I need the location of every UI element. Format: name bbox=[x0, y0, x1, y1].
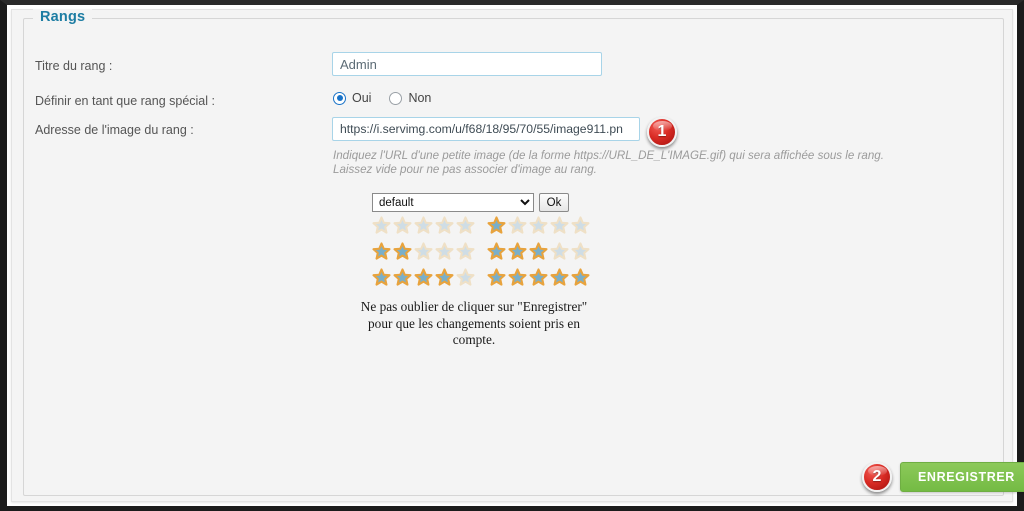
callout-2-number: 2 bbox=[872, 468, 882, 485]
star-filled-icon[interactable] bbox=[487, 216, 506, 235]
star-filled-icon[interactable] bbox=[414, 268, 433, 287]
star-filled-icon[interactable] bbox=[508, 268, 527, 287]
image-input-wrap bbox=[332, 117, 640, 141]
note-line-2: pour que les changements soient pris en bbox=[368, 315, 580, 331]
star-empty-icon[interactable] bbox=[571, 216, 590, 235]
radio-oui-label: Oui bbox=[352, 91, 372, 105]
rating-style-picker: default Ok bbox=[372, 193, 569, 212]
star-rating-preview bbox=[372, 216, 590, 287]
radio-non-indicator[interactable] bbox=[389, 91, 403, 105]
star-filled-icon[interactable] bbox=[508, 242, 527, 261]
star-filled-icon[interactable] bbox=[372, 268, 391, 287]
star-empty-icon[interactable] bbox=[414, 216, 433, 235]
star-filled-icon[interactable] bbox=[487, 268, 506, 287]
radio-non-label: Non bbox=[408, 91, 432, 105]
star-row[interactable] bbox=[372, 216, 475, 235]
star-empty-icon[interactable] bbox=[456, 242, 475, 261]
image-hint: Indiquez l'URL d'une petite image (de la… bbox=[333, 149, 884, 177]
star-empty-icon[interactable] bbox=[435, 242, 454, 261]
star-empty-icon[interactable] bbox=[414, 242, 433, 261]
ok-button[interactable]: Ok bbox=[539, 193, 569, 212]
radio-option-non[interactable]: Non bbox=[389, 91, 431, 105]
field-row-image: Adresse de l'image du rang : bbox=[35, 121, 194, 139]
star-empty-icon[interactable] bbox=[550, 242, 569, 261]
field-row-title: Titre du rang : bbox=[35, 57, 112, 75]
star-row[interactable] bbox=[487, 216, 590, 235]
star-filled-icon[interactable] bbox=[550, 268, 569, 287]
rating-style-select[interactable]: default bbox=[372, 193, 534, 212]
title-label: Titre du rang : bbox=[35, 59, 113, 73]
rank-image-url-input[interactable] bbox=[332, 117, 640, 141]
star-filled-icon[interactable] bbox=[529, 268, 548, 287]
star-empty-icon[interactable] bbox=[550, 216, 569, 235]
rangs-fieldset: Rangs Titre du rang : Définir en tant qu… bbox=[23, 9, 1024, 496]
radio-option-oui[interactable]: Oui bbox=[333, 91, 371, 105]
star-empty-icon[interactable] bbox=[435, 216, 454, 235]
star-empty-icon[interactable] bbox=[393, 216, 412, 235]
star-empty-icon[interactable] bbox=[372, 216, 391, 235]
star-filled-icon[interactable] bbox=[571, 268, 590, 287]
image-hint-line-1: Indiquez l'URL d'une petite image (de la… bbox=[333, 149, 884, 162]
star-empty-icon[interactable] bbox=[456, 216, 475, 235]
star-empty-icon[interactable] bbox=[529, 216, 548, 235]
title-input-wrap bbox=[332, 52, 602, 76]
note-line-3: compte. bbox=[452, 332, 496, 347]
star-empty-icon[interactable] bbox=[508, 216, 527, 235]
field-row-special: Définir en tant que rang spécial : bbox=[35, 92, 215, 110]
star-empty-icon[interactable] bbox=[571, 242, 590, 261]
callout-badge-2: 2 bbox=[862, 462, 892, 492]
star-row[interactable] bbox=[372, 268, 475, 287]
star-grid bbox=[372, 216, 590, 287]
star-empty-icon[interactable] bbox=[456, 268, 475, 287]
callout-1-number: 1 bbox=[657, 123, 667, 140]
radio-oui-indicator[interactable] bbox=[333, 91, 346, 105]
settings-panel: Rangs Titre du rang : Définir en tant qu… bbox=[11, 9, 1024, 502]
star-filled-icon[interactable] bbox=[435, 268, 454, 287]
star-filled-icon[interactable] bbox=[487, 242, 506, 261]
star-filled-icon[interactable] bbox=[393, 268, 412, 287]
image-address-label: Adresse de l'image du rang : bbox=[35, 123, 194, 137]
star-filled-icon[interactable] bbox=[393, 242, 412, 261]
reminder-note: Ne pas oublier de cliquer sur "Enregistr… bbox=[339, 299, 609, 349]
star-row[interactable] bbox=[487, 268, 590, 287]
star-row[interactable] bbox=[372, 242, 475, 261]
browser-window: Rangs Titre du rang : Définir en tant qu… bbox=[0, 0, 1024, 511]
page-title: Rangs bbox=[33, 9, 93, 25]
star-filled-icon[interactable] bbox=[372, 242, 391, 261]
rank-title-input[interactable] bbox=[332, 52, 602, 76]
save-button[interactable]: ENREGISTRER bbox=[900, 462, 1024, 492]
image-hint-line-2: Laissez vide pour ne pas associer d'imag… bbox=[333, 163, 597, 176]
note-line-1: Ne pas oublier de cliquer sur "Enregistr… bbox=[360, 299, 588, 314]
callout-badge-1: 1 bbox=[647, 117, 677, 147]
star-filled-icon[interactable] bbox=[529, 242, 548, 261]
special-rank-radio-group: Oui Non bbox=[333, 91, 431, 105]
star-row[interactable] bbox=[487, 242, 590, 261]
save-area: 2 ENREGISTRER bbox=[862, 462, 1024, 492]
special-rank-label: Définir en tant que rang spécial : bbox=[35, 94, 215, 108]
